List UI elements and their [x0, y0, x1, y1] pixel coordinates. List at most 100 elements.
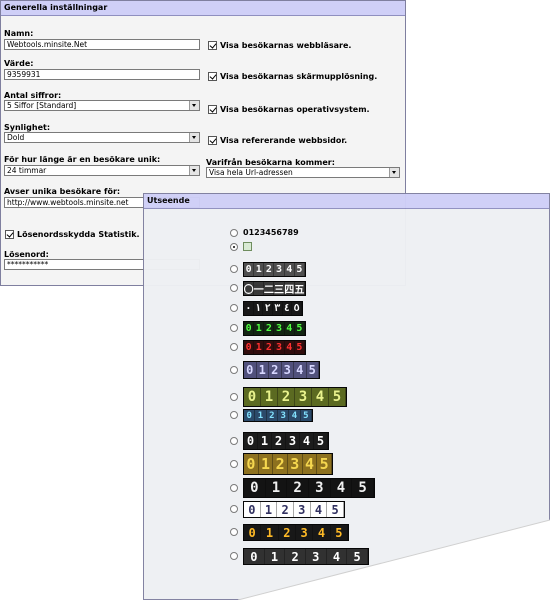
counter-style-preview[interactable]: 012345 [243, 432, 329, 450]
counter-digit: 1 [254, 263, 265, 276]
counter-digit: ٢ [263, 302, 273, 315]
style-radio-9[interactable] [230, 411, 238, 419]
chevron-down-icon[interactable] [189, 133, 199, 142]
style-radio-3[interactable] [230, 284, 238, 292]
counter-digit: 5 [352, 479, 374, 497]
style-radio-0[interactable] [230, 229, 238, 237]
counter-digit: 2 [277, 502, 294, 517]
check-browser-checkbox[interactable] [208, 41, 217, 50]
counter-digit: 2 [264, 322, 275, 335]
style-radio-10[interactable] [230, 437, 238, 445]
unique-select-value: 24 timmar [7, 166, 47, 175]
style-radio-15[interactable] [230, 552, 238, 560]
digits-select[interactable]: 5 Siffor [Standard] [4, 100, 200, 111]
counter-style-preview[interactable]: 012345 [243, 361, 320, 379]
counter-digit: 五 [294, 282, 305, 295]
counter-style-preview[interactable]: ٠١٢٣٤٥ [243, 301, 303, 316]
counter-digit: 3 [295, 388, 312, 406]
counter-digit: 3 [305, 549, 327, 564]
style-radio-5[interactable] [230, 324, 238, 332]
counter-style-preview[interactable]: 012345 [243, 524, 349, 541]
counter-digit: 1 [254, 341, 265, 354]
counter-digit: 四 [284, 282, 295, 295]
chevron-down-icon[interactable] [189, 166, 199, 175]
counter-style-preview[interactable]: 012345 [243, 548, 369, 565]
counter-digit: 3 [274, 341, 285, 354]
counter-digit: 0 [244, 263, 255, 276]
counter-digit: 4 [302, 454, 318, 474]
chevron-down-icon[interactable] [189, 101, 199, 110]
counter-style-preview[interactable]: 012345 [243, 453, 333, 475]
counter-digit: 2 [272, 433, 286, 449]
counter-digit: 3 [281, 362, 294, 378]
visibility-label: Synlighet: [4, 123, 51, 132]
counter-digit: 1 [258, 433, 272, 449]
counter-style-preview[interactable]: 〇一二三四五 [243, 281, 306, 296]
counter-digit: 2 [266, 410, 278, 421]
counter-digit: 4 [310, 502, 328, 517]
counter-digit: 三 [274, 282, 285, 295]
counter-style-preview[interactable]: 012345 [243, 387, 347, 407]
counter-digit: 3 [293, 502, 311, 517]
counter-digit: ١ [253, 302, 264, 315]
name-input[interactable]: Webtools.minsite.Net [4, 39, 200, 50]
counter-style-preview[interactable]: 012345 [243, 478, 375, 498]
counter-digit: 5 [294, 341, 305, 354]
counter-digit: 2 [287, 479, 309, 497]
style-radio-7[interactable] [230, 366, 238, 374]
counter-style-preview[interactable]: 012345 [243, 321, 306, 336]
counter-digit: 1 [256, 362, 269, 378]
counter-digit: 4 [289, 410, 301, 421]
counter-digit: ٥ [292, 302, 302, 315]
counter-digit: 1 [264, 549, 286, 564]
style-radio-11[interactable] [230, 460, 238, 468]
counter-style-preview[interactable]: 012345 [243, 340, 306, 355]
counter-digit: 3 [274, 322, 285, 335]
counter-digit: 〇 [244, 282, 255, 295]
unique-select[interactable]: 24 timmar [4, 165, 200, 176]
password-protect-checkbox[interactable] [5, 230, 14, 239]
counter-digit: 4 [284, 322, 295, 335]
counter-digit: 0 [244, 549, 265, 564]
counter-digit: 0 [244, 454, 259, 474]
chevron-down-icon[interactable] [389, 168, 399, 177]
style-radio-13[interactable] [230, 505, 238, 513]
counter-digit: 一 [254, 282, 265, 295]
counter-digit: 2 [278, 388, 295, 406]
counter-digit: 2 [285, 549, 306, 564]
check-referrers-checkbox[interactable] [208, 136, 217, 145]
style-radio-8[interactable] [230, 393, 238, 401]
style-radio-14[interactable] [230, 528, 238, 536]
counter-digit: 1 [265, 479, 288, 497]
counter-digit: ٤ [282, 302, 293, 315]
counter-digit: 5 [314, 433, 328, 449]
style-radio-2[interactable] [230, 265, 238, 273]
appearance-title: Utseende [144, 194, 549, 209]
counter-digit: 2 [278, 525, 296, 540]
visibility-select[interactable]: Dold [4, 132, 200, 143]
counter-digit: 4 [312, 388, 329, 406]
counter-style-preview[interactable]: 012345 [243, 409, 313, 422]
origin-select[interactable]: Visa hela Url-adressen [206, 167, 400, 178]
style-radio-12[interactable] [230, 484, 238, 492]
counter-digit: 3 [308, 479, 331, 497]
counter-digit: 0 [244, 502, 261, 517]
counter-digit: 4 [313, 525, 331, 540]
counter-digit: 2 [273, 454, 288, 474]
counter-digit: 3 [274, 263, 285, 276]
counter-digit: 3 [287, 454, 303, 474]
check-os-checkbox[interactable] [208, 105, 217, 114]
style-radio-1[interactable] [230, 243, 238, 251]
counter-digit: 4 [284, 341, 295, 354]
counter-style-preview[interactable]: 012345 [243, 501, 345, 518]
style-radio-4[interactable] [230, 304, 238, 312]
counter-style-preview[interactable]: 012345 [243, 262, 306, 277]
digits-select-value: 5 Siffor [Standard] [7, 101, 77, 110]
appearance-panel: Utseende 0123456789 0 1 2 3 4 5 〇一二三四五 ٠ ١ ٢ ٣ ٤ ٥ 0 1 2… [143, 193, 550, 600]
counter-digit: 2 [269, 362, 282, 378]
value-input[interactable]: 9359931 [4, 69, 200, 80]
style-radio-6[interactable] [230, 343, 238, 351]
check-resolution-label: Visa besökarnas skärmupplösning. [220, 72, 378, 81]
counter-digit: 0 [244, 322, 255, 335]
check-resolution-checkbox[interactable] [208, 72, 217, 81]
